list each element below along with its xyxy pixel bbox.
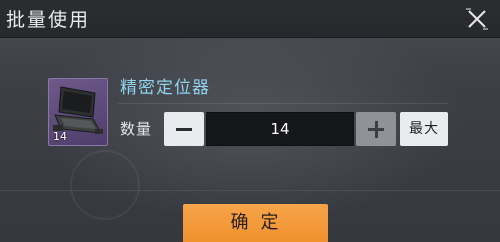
divider [118, 103, 448, 104]
quantity-label: 数量 [120, 120, 153, 138]
item-name: 精密定位器 [120, 78, 210, 98]
close-button[interactable] [464, 6, 490, 32]
max-quantity-button[interactable]: 最大 [400, 112, 448, 146]
batch-use-dialog: 批量使用 14 精密定位器 数量 14 最大 确定 [0, 0, 500, 242]
confirm-button[interactable]: 确定 [183, 204, 328, 242]
quantity-input[interactable]: 14 [206, 112, 354, 146]
footer-divider [0, 190, 500, 191]
decrease-quantity-button[interactable] [164, 112, 204, 146]
minus-icon [176, 128, 192, 131]
dialog-title: 批量使用 [6, 9, 91, 31]
close-x-icon [466, 8, 488, 30]
item-icon-frame: 14 [48, 78, 108, 146]
item-stack-count: 14 [53, 130, 67, 143]
decorative-ring [70, 150, 140, 220]
dialog-titlebar: 批量使用 [0, 0, 500, 38]
increase-quantity-button[interactable] [356, 112, 396, 146]
